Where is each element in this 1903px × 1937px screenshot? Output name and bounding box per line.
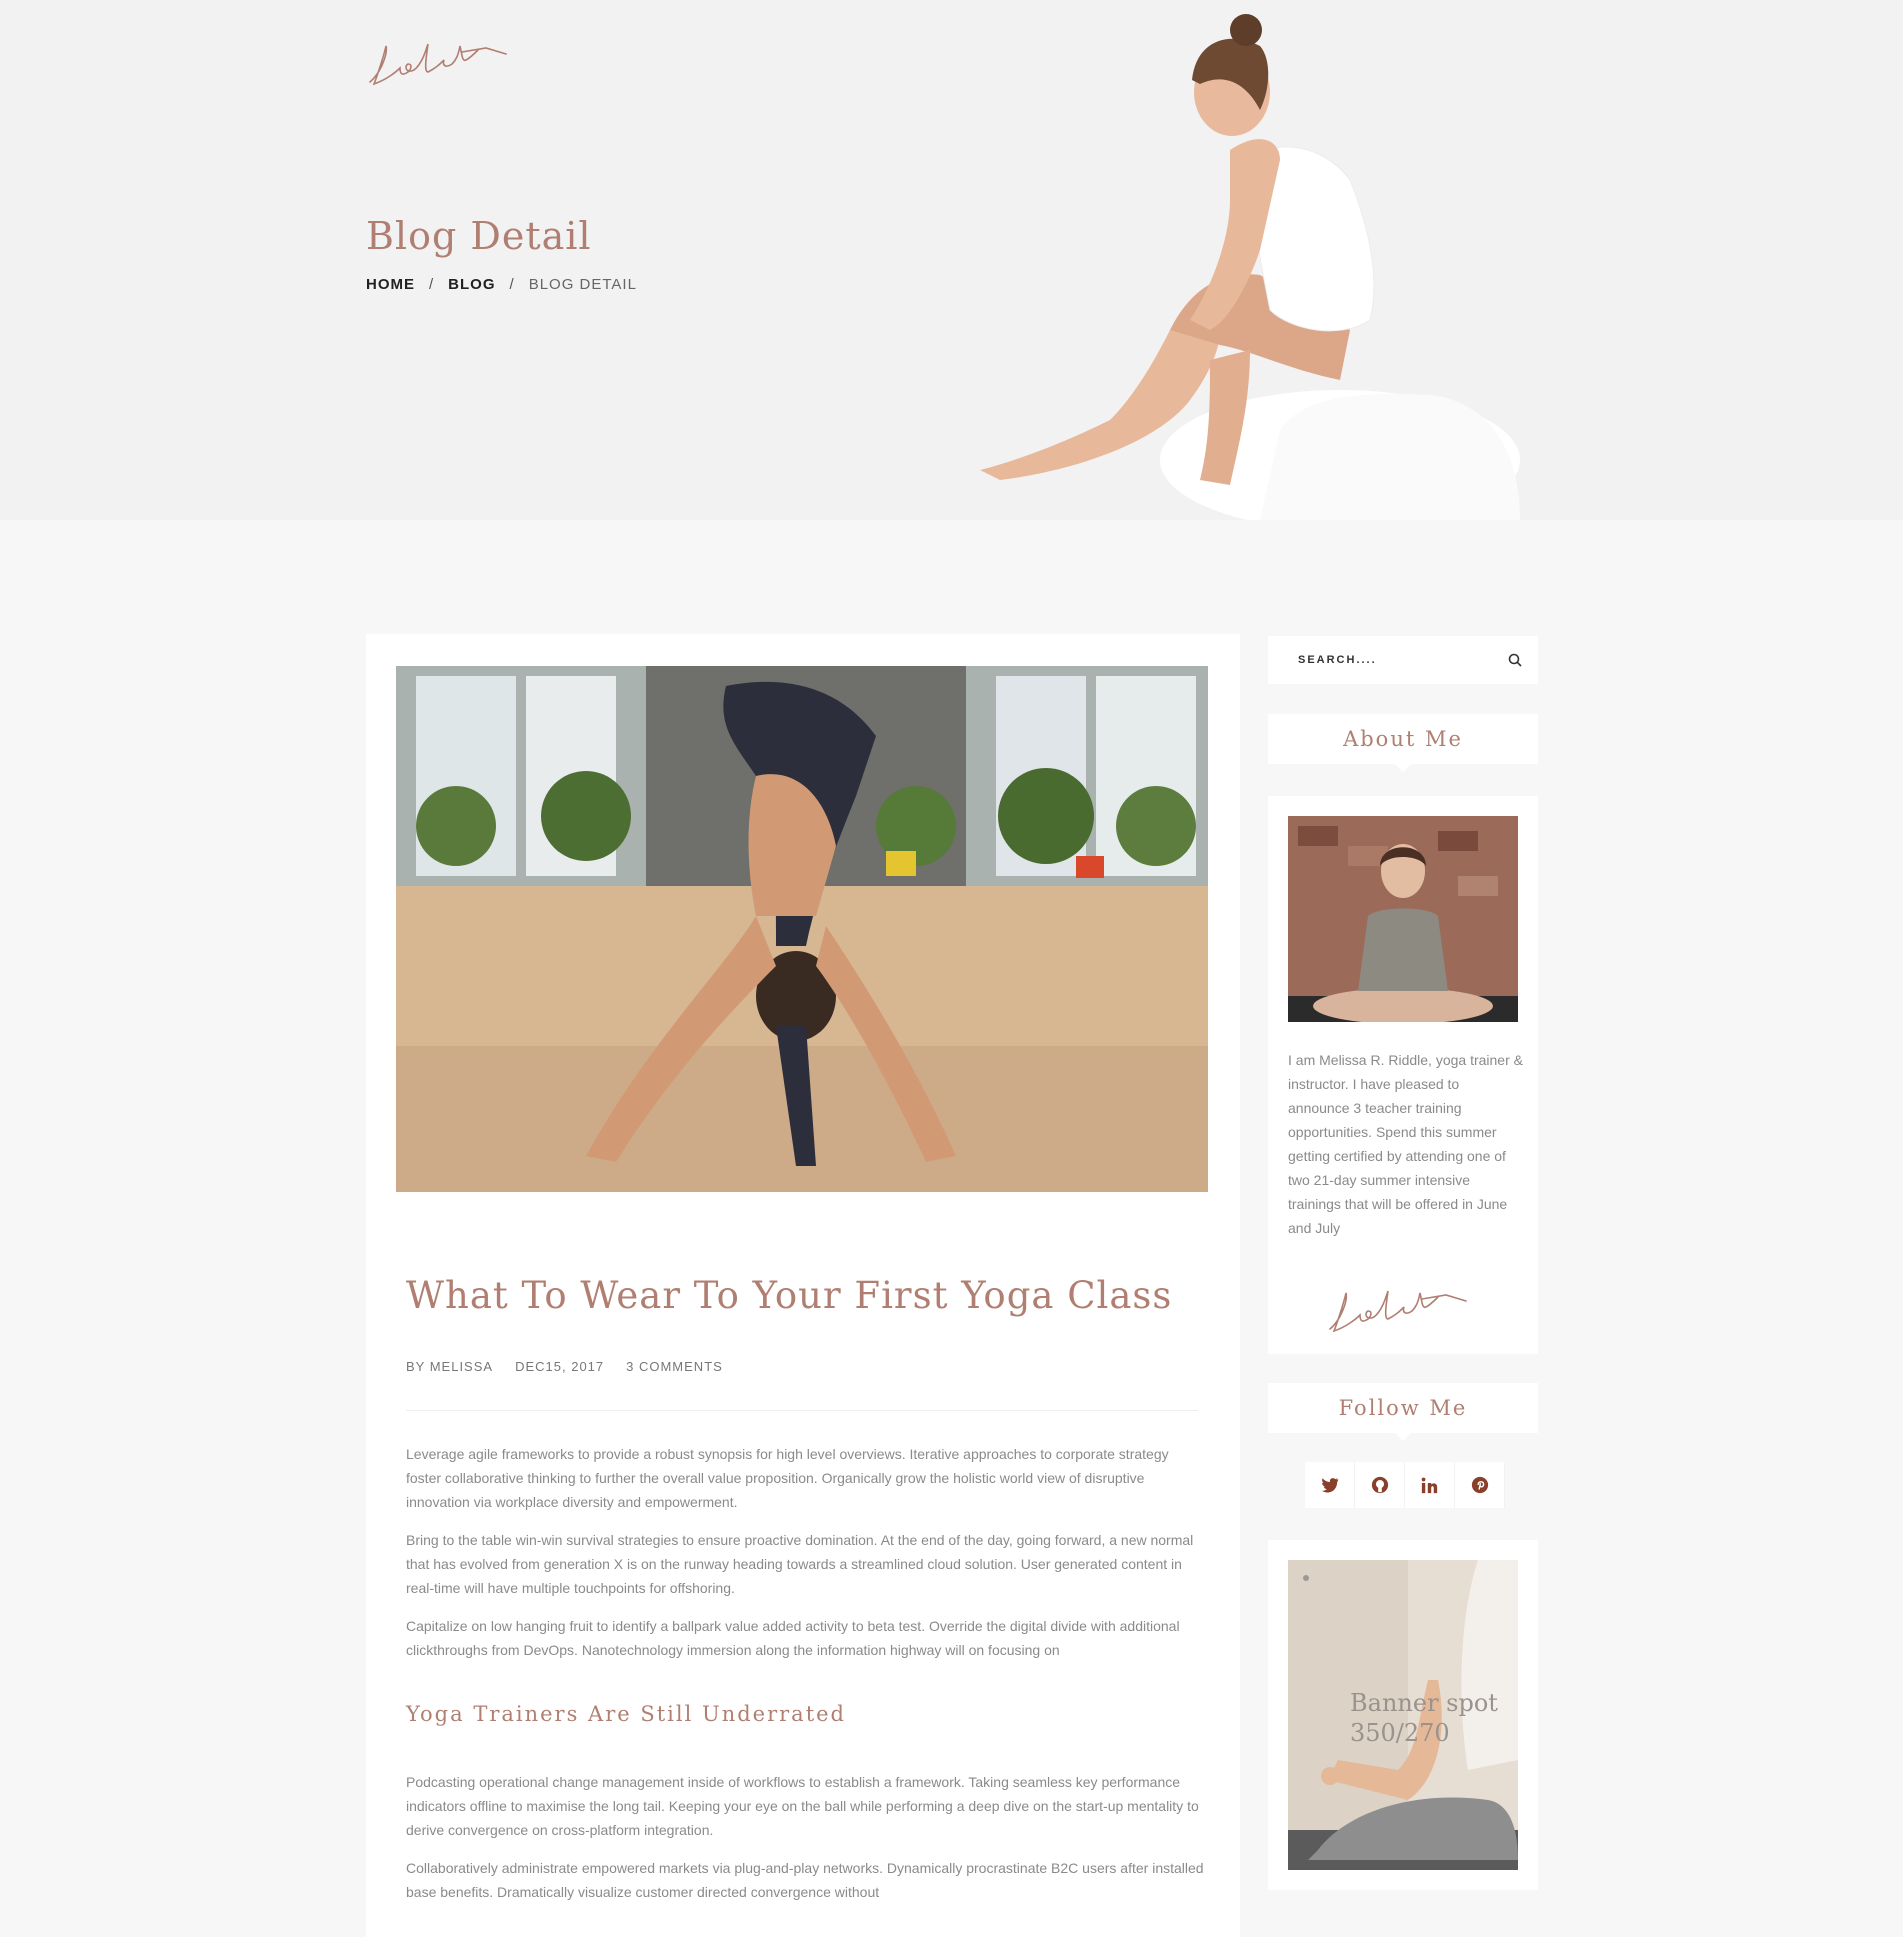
breadcrumb-separator: / — [429, 276, 435, 293]
banner-ad[interactable]: Banner spot 350/270 — [1288, 1560, 1518, 1870]
about-widget-title: About Me — [1268, 714, 1538, 772]
post-title[interactable]: What To Wear To Your First Yoga Class — [406, 1274, 1172, 1317]
page-hero: Blog Detail HOME / BLOG / BLOG DETAIL — [0, 0, 1903, 520]
search-icon[interactable] — [1508, 653, 1522, 667]
search-input[interactable] — [1298, 654, 1508, 666]
hero-yoga-woman-image — [980, 14, 1520, 520]
banner-text: Banner spot 350/270 — [1350, 1688, 1498, 1748]
github-icon[interactable] — [1355, 1462, 1405, 1508]
follow-widget-title: Follow Me — [1268, 1383, 1538, 1441]
pinterest-icon[interactable] — [1455, 1462, 1505, 1508]
post-meta: BY MELISSA DEC15, 2017 3 COMMENTS — [406, 1359, 723, 1374]
post-paragraph: Capitalize on low hanging fruit to ident… — [406, 1618, 1180, 1658]
banner-line: Banner spot — [1350, 1689, 1498, 1717]
post-author[interactable]: BY MELISSA — [406, 1359, 493, 1374]
breadcrumb-blog[interactable]: BLOG — [448, 276, 495, 293]
post-paragraph: Bring to the table win-win survival stra… — [406, 1532, 1194, 1596]
page-title: Blog Detail — [366, 214, 592, 258]
post-date: DEC15, 2017 — [515, 1359, 605, 1374]
divider — [406, 1410, 1198, 1411]
blog-post-card: What To Wear To Your First Yoga Class BY… — [366, 634, 1240, 1937]
post-paragraph: Podcasting operational change management… — [406, 1774, 1199, 1838]
breadcrumb-home[interactable]: HOME — [366, 276, 415, 293]
breadcrumb-separator: / — [509, 276, 515, 293]
breadcrumb-current: BLOG DETAIL — [528, 276, 637, 293]
post-featured-image — [396, 666, 1208, 1192]
about-text: I am Melissa R. Riddle, yoga trainer & i… — [1288, 1052, 1523, 1236]
post-body: Leverage agile frameworks to provide a r… — [406, 1442, 1206, 1918]
social-links — [1305, 1462, 1505, 1508]
banner-widget: Banner spot 350/270 — [1268, 1540, 1538, 1890]
about-author-photo — [1288, 816, 1518, 1022]
search-widget — [1268, 636, 1538, 684]
linkedin-icon[interactable] — [1405, 1462, 1455, 1508]
about-widget: I am Melissa R. Riddle, yoga trainer & i… — [1268, 796, 1538, 1354]
twitter-icon[interactable] — [1305, 1462, 1355, 1508]
breadcrumb: HOME / BLOG / BLOG DETAIL — [366, 276, 637, 293]
post-paragraph: Collaboratively administrate empowered m… — [406, 1860, 1204, 1900]
post-paragraph: Leverage agile frameworks to provide a r… — [406, 1446, 1169, 1510]
site-logo[interactable] — [366, 24, 516, 94]
post-subheading: Yoga Trainers Are Still Underrated — [406, 1702, 847, 1726]
post-comments-count[interactable]: 3 COMMENTS — [626, 1359, 723, 1374]
banner-line: 350/270 — [1350, 1719, 1450, 1747]
signature-image — [1329, 1290, 1467, 1333]
